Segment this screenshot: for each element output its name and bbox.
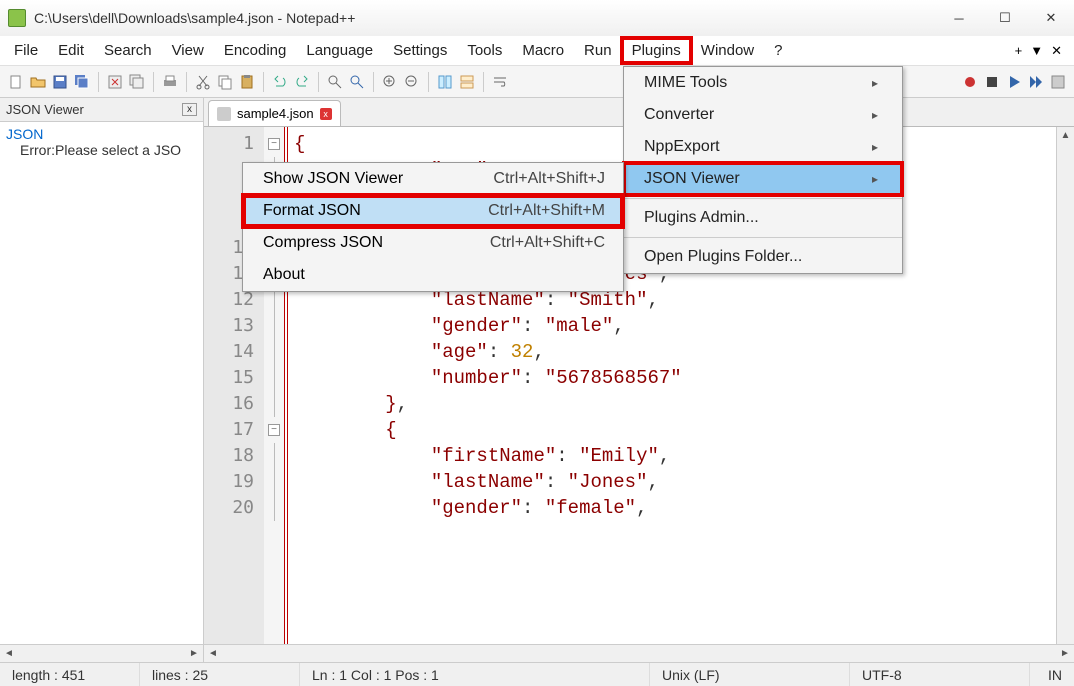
zoom-out-icon[interactable] <box>402 72 422 92</box>
tree-root[interactable]: JSON <box>6 126 197 142</box>
menu-plugins[interactable]: Plugins <box>622 38 691 63</box>
menu-window[interactable]: Window <box>691 38 764 63</box>
cut-icon[interactable] <box>193 72 213 92</box>
chevron-right-icon: ▸ <box>872 172 878 186</box>
save-icon[interactable] <box>50 72 70 92</box>
window-controls: ─ ☐ ✕ <box>936 0 1074 36</box>
play-multi-icon[interactable] <box>1026 72 1046 92</box>
stop-macro-icon[interactable] <box>982 72 1002 92</box>
close-tab-icon[interactable]: ✕ <box>1051 43 1062 59</box>
window-title: C:\Users\dell\Downloads\sample4.json - N… <box>34 10 936 26</box>
submenu-compress-json[interactable]: Compress JSON Ctrl+Alt+Shift+C <box>243 227 623 259</box>
menu-search[interactable]: Search <box>94 38 162 63</box>
menu-view[interactable]: View <box>162 38 214 63</box>
zoom-in-icon[interactable] <box>380 72 400 92</box>
menu-tools[interactable]: Tools <box>457 38 512 63</box>
menu-language[interactable]: Language <box>296 38 383 63</box>
sidepanel-close-button[interactable]: x <box>182 103 197 116</box>
menu-settings[interactable]: Settings <box>383 38 457 63</box>
find-icon[interactable] <box>325 72 345 92</box>
status-length: length : 451 <box>0 663 140 686</box>
close-window-button[interactable]: ✕ <box>1028 0 1074 36</box>
plugins-admin[interactable]: Plugins Admin... <box>624 202 902 234</box>
menu-edit[interactable]: Edit <box>48 38 94 63</box>
dropdown-icon[interactable]: ▼ <box>1030 43 1043 58</box>
plugins-converter[interactable]: Converter▸ <box>624 99 902 131</box>
plugins-nppexport[interactable]: NppExport▸ <box>624 131 902 163</box>
plugins-open-folder[interactable]: Open Plugins Folder... <box>624 241 902 273</box>
save-macro-icon[interactable] <box>1048 72 1068 92</box>
play-macro-icon[interactable] <box>1004 72 1024 92</box>
tab-close-icon[interactable]: x <box>320 108 332 120</box>
sidepanel-hscroll[interactable]: ◄► <box>0 644 203 662</box>
menu-file[interactable]: File <box>4 38 48 63</box>
undo-icon[interactable] <box>270 72 290 92</box>
save-all-icon[interactable] <box>72 72 92 92</box>
plugins-mime-tools[interactable]: MIME Tools▸ <box>624 67 902 99</box>
new-file-icon[interactable] <box>6 72 26 92</box>
submenu-about[interactable]: About <box>243 259 623 291</box>
close-file-icon[interactable] <box>105 72 125 92</box>
redo-icon[interactable] <box>292 72 312 92</box>
json-viewer-panel: JSON Viewer x JSON Error:Please select a… <box>0 98 204 662</box>
statusbar: length : 451 lines : 25 Ln : 1 Col : 1 P… <box>0 662 1074 686</box>
record-macro-icon[interactable] <box>960 72 980 92</box>
submenu-show-json-viewer[interactable]: Show JSON Viewer Ctrl+Alt+Shift+J <box>243 163 623 195</box>
chevron-right-icon: ▸ <box>872 108 878 122</box>
sidepanel-title: JSON Viewer <box>6 102 84 117</box>
json-viewer-submenu: Show JSON Viewer Ctrl+Alt+Shift+J Format… <box>242 162 624 292</box>
menu-help[interactable]: ? <box>764 38 792 63</box>
menu-encoding[interactable]: Encoding <box>214 38 297 63</box>
menubar: File Edit Search View Encoding Language … <box>0 36 1074 66</box>
print-icon[interactable] <box>160 72 180 92</box>
status-ins: IN <box>1030 663 1074 686</box>
menu-run[interactable]: Run <box>574 38 622 63</box>
editor-hscroll[interactable]: ◄► <box>204 644 1074 662</box>
wordwrap-icon[interactable] <box>490 72 510 92</box>
submenu-format-json[interactable]: Format JSON Ctrl+Alt+Shift+M <box>243 195 623 227</box>
tab-sample4[interactable]: sample4.json x <box>208 100 341 126</box>
open-file-icon[interactable] <box>28 72 48 92</box>
app-icon <box>8 9 26 27</box>
vertical-scrollbar[interactable]: ▲ <box>1056 127 1074 644</box>
toolbar <box>0 66 1074 98</box>
status-pos: Ln : 1 Col : 1 Pos : 1 <box>300 663 650 686</box>
replace-icon[interactable] <box>347 72 367 92</box>
copy-icon[interactable] <box>215 72 235 92</box>
plugins-json-viewer[interactable]: JSON Viewer▸ <box>624 163 902 195</box>
maximize-button[interactable]: ☐ <box>982 0 1028 36</box>
status-encoding: UTF-8 <box>850 663 1030 686</box>
sync-v-icon[interactable] <box>435 72 455 92</box>
status-eol: Unix (LF) <box>650 663 850 686</box>
minimize-button[interactable]: ─ <box>936 0 982 36</box>
titlebar: C:\Users\dell\Downloads\sample4.json - N… <box>0 0 1074 36</box>
close-all-icon[interactable] <box>127 72 147 92</box>
status-lines: lines : 25 <box>140 663 300 686</box>
chevron-right-icon: ▸ <box>872 140 878 154</box>
menu-macro[interactable]: Macro <box>512 38 574 63</box>
new-tab-icon[interactable]: + <box>1015 43 1023 58</box>
paste-icon[interactable] <box>237 72 257 92</box>
tab-label: sample4.json <box>237 106 314 121</box>
sync-h-icon[interactable] <box>457 72 477 92</box>
plugins-dropdown: MIME Tools▸ Converter▸ NppExport▸ JSON V… <box>623 66 903 274</box>
chevron-right-icon: ▸ <box>872 76 878 90</box>
file-icon <box>217 107 231 121</box>
tree-error: Error:Please select a JSO <box>6 142 197 158</box>
